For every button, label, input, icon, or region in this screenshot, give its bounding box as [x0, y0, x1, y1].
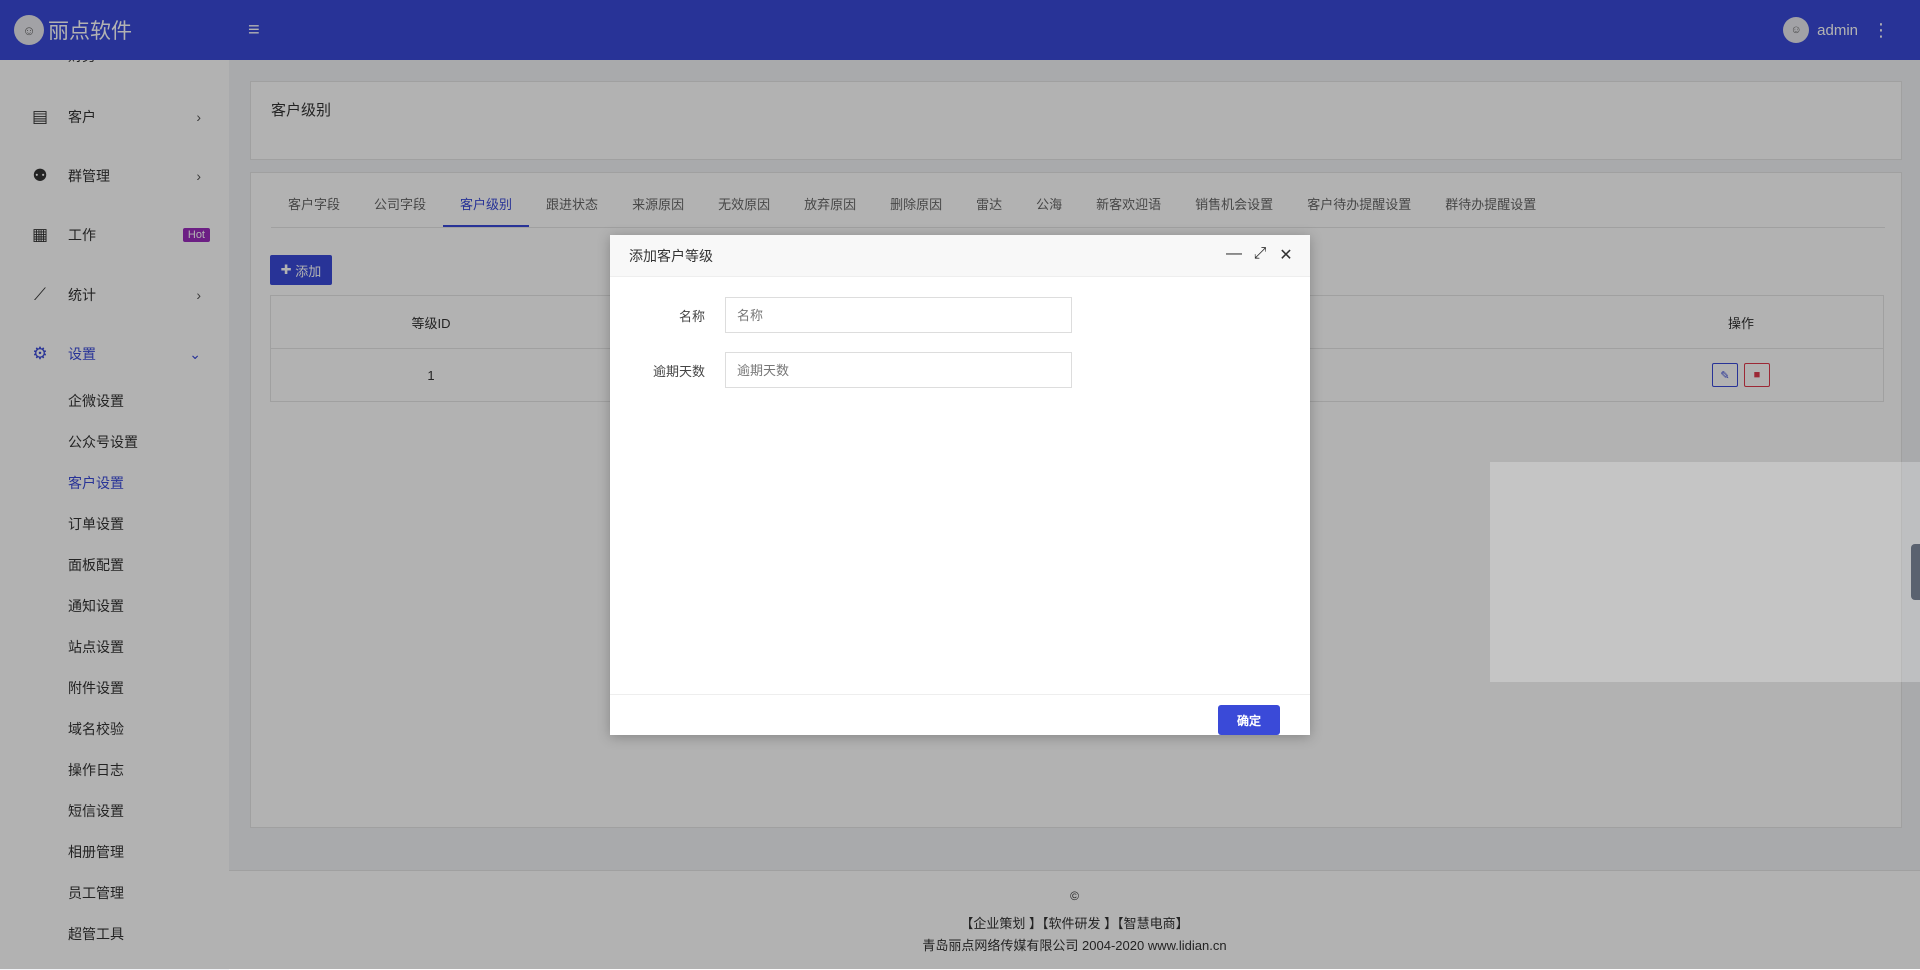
name-input[interactable]	[725, 297, 1072, 333]
overdue-days-input[interactable]	[725, 352, 1072, 388]
ghost-panel	[1490, 462, 1920, 682]
add-level-dialog: 添加客户等级 — ⤢ ✕ 名称 逾期天数 确定	[610, 235, 1310, 735]
maximize-icon[interactable]: ⤢	[1252, 245, 1268, 265]
dialog-controls: — ⤢ ✕	[1226, 245, 1294, 265]
dialog-header[interactable]: 添加客户等级	[610, 235, 1310, 277]
minimize-icon[interactable]: —	[1226, 245, 1242, 265]
confirm-button[interactable]: 确定	[1218, 705, 1280, 735]
dialog-title: 添加客户等级	[629, 247, 713, 264]
side-drawer-handle[interactable]	[1911, 544, 1920, 600]
overdue-days-label: 逾期天数	[652, 363, 705, 379]
dialog-footer: 确定	[610, 694, 1310, 735]
close-icon[interactable]: ✕	[1278, 245, 1294, 265]
name-label: 名称	[678, 308, 705, 324]
name-field-row: 名称	[610, 297, 1072, 333]
overdue-days-field-row: 逾期天数	[610, 352, 1072, 388]
